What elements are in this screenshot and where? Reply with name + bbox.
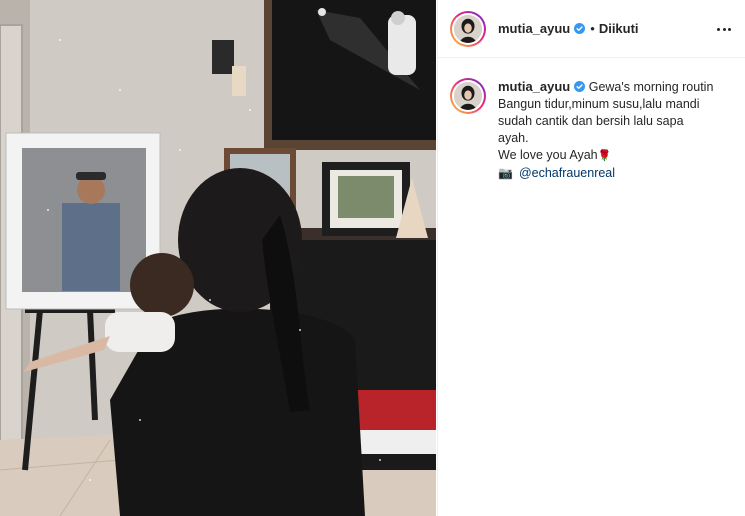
caption-verified-badge-icon	[574, 81, 586, 92]
header-separator: •	[590, 21, 595, 36]
caption-line-4: ayah.	[498, 131, 529, 145]
following-button[interactable]: Diikuti	[599, 21, 639, 36]
more-options-icon[interactable]	[713, 18, 735, 40]
caption-line-5: We love you Ayah🌹	[498, 147, 728, 165]
post-header: mutia_ayuu • Diikuti	[438, 0, 745, 58]
caption-author-username[interactable]: mutia_ayuu	[498, 79, 570, 94]
caption-love-text: We love you Ayah	[498, 148, 598, 162]
caption-line-2: Bangun tidur,minum susu,lalu mandi	[498, 97, 700, 111]
post-photo[interactable]	[0, 0, 436, 516]
camera-icon: 📷	[498, 166, 513, 180]
author-avatar-image	[454, 14, 482, 43]
caption-credit-line: 📷 @echafrauenreal	[498, 165, 728, 182]
rose-icon: 🌹	[597, 150, 612, 162]
author-avatar[interactable]	[450, 10, 486, 47]
caption-text: mutia_ayuu Gewa's morning routin Bangun …	[498, 78, 728, 182]
post-side-panel: mutia_ayuu • Diikuti mutia_ayuu Gewa's m…	[437, 0, 745, 516]
caption-author-avatar[interactable]	[450, 78, 486, 114]
credit-mention-link[interactable]: @echafrauenreal	[519, 166, 615, 180]
verified-badge-icon	[574, 23, 586, 34]
post-photo-image	[0, 0, 436, 516]
caption-line-1: Gewa's morning routin	[588, 80, 714, 94]
caption-author-avatar-image	[454, 82, 482, 110]
caption-line-3: sudah cantik dan bersih lalu sapa	[498, 114, 684, 128]
author-username[interactable]: mutia_ayuu	[498, 21, 570, 36]
caption-comment: mutia_ayuu Gewa's morning routin Bangun …	[438, 58, 745, 182]
